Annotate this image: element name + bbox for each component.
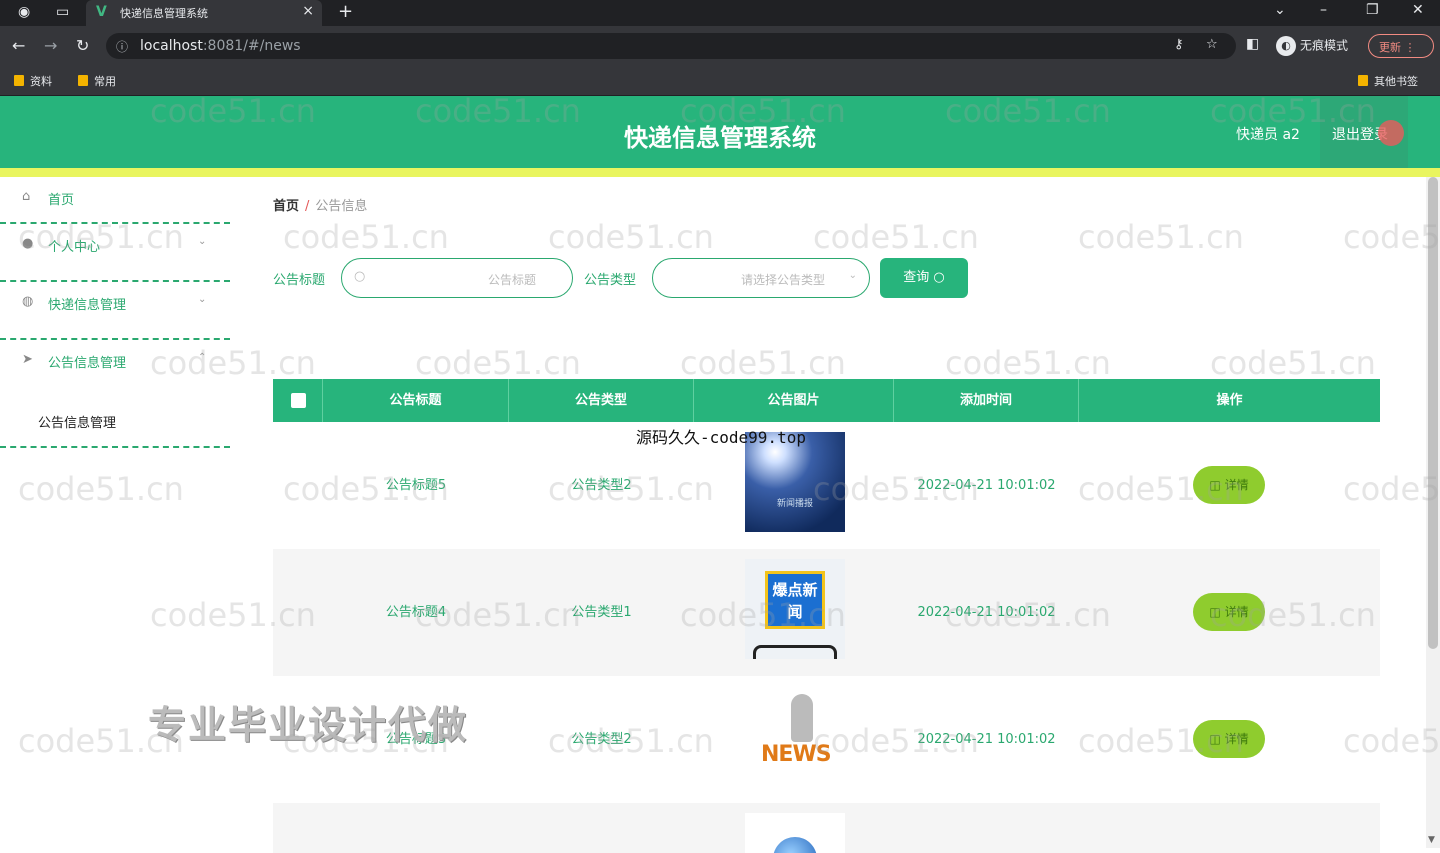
bookmarks-bar: 资料 常用 其他书签 — [0, 66, 1440, 96]
notice-image: NEWS — [745, 686, 845, 786]
chevron-down-icon: ⌄ — [198, 236, 207, 247]
search-icon: ○ — [354, 269, 366, 284]
home-icon: ⌂ — [22, 189, 31, 204]
tab-list-icon[interactable]: ⌄ — [1274, 2, 1286, 18]
tab-title: 快递信息管理系统 — [120, 7, 208, 20]
notice-title: 公告标题5 — [385, 478, 447, 493]
notice-type: 公告类型1 — [571, 605, 632, 620]
bookmark-folder-1[interactable]: 资料 — [14, 73, 52, 89]
close-tab-icon[interactable]: × — [302, 3, 314, 19]
restore-icon[interactable]: ❐ — [1366, 2, 1379, 18]
header-accent-bar — [0, 168, 1440, 177]
notice-table: 公告标题 公告类型 公告图片 添加时间 操作 公告标题5 公告类型2 新闻播报 … — [273, 379, 1380, 853]
query-button[interactable]: 查询 ○ — [880, 258, 968, 298]
notice-time: 2022-04-21 10:01:02 — [917, 732, 1056, 747]
folder-icon — [1358, 75, 1368, 86]
sidebar-item-personal[interactable]: ● 个人中心 ⌄ — [0, 224, 230, 282]
app-header: 快递信息管理系统 快递员 a2 退出登录 — [0, 96, 1440, 168]
column-header: 操作 — [1216, 393, 1243, 408]
title-placeholder: 公告标题 — [488, 273, 537, 287]
submenu-label: 公告信息管理 — [38, 416, 117, 431]
forward-icon[interactable]: → — [44, 36, 57, 55]
table-row: 公告标题5 公告类型2 新闻播报 2022-04-21 10:01:02 ◫ 详… — [273, 422, 1380, 549]
chevron-up-icon: ⌃ — [198, 352, 207, 363]
details-button[interactable]: ◫ 详情 — [1193, 466, 1265, 504]
browser-toolbar: ← → ↻ ⓘ localhost:8081/#/news ⚷ ☆ ◧ ◐ 无痕模… — [0, 26, 1440, 66]
incognito-icon: ◐ — [1276, 36, 1296, 56]
sidebar-item-home[interactable]: ⌂ 首页 — [0, 177, 230, 224]
column-header[interactable]: 添加时间 — [894, 379, 1079, 422]
type-placeholder: 请选择公告类型 — [741, 273, 826, 287]
column-header: 公告图片 — [694, 379, 894, 422]
scrollbar-thumb[interactable] — [1428, 177, 1438, 649]
browser-tab[interactable]: V 快递信息管理系统 × — [86, 0, 322, 26]
new-tab-icon[interactable]: + — [338, 1, 353, 22]
app-title: 快递信息管理系统 — [624, 124, 816, 152]
details-button[interactable]: ◫ 详情 — [1193, 720, 1265, 758]
sidebar-item-label: 首页 — [48, 193, 75, 208]
site-info-icon[interactable]: ⓘ — [116, 38, 128, 55]
type-filter-label: 公告类型 — [584, 273, 637, 288]
sidebar-item-notice[interactable]: ➤ 公告信息管理 ⌃ — [0, 340, 230, 398]
page-scrollbar[interactable]: ▼ — [1426, 177, 1440, 848]
globe-icon: ◍ — [22, 294, 34, 309]
type-select[interactable]: 请选择公告类型 ⌄ — [652, 258, 870, 298]
user-icon: ● — [22, 236, 34, 251]
send-icon: ➤ — [22, 352, 33, 367]
incognito-indicator[interactable]: ◐ 无痕模式 — [1276, 36, 1348, 56]
chevron-down-icon: ⌄ — [198, 294, 207, 305]
minimize-icon[interactable]: – — [1320, 2, 1327, 18]
bookmark-folder-2[interactable]: 常用 — [78, 73, 116, 89]
chevron-down-icon: ⌄ — [848, 270, 857, 281]
folder-icon — [14, 75, 24, 86]
close-window-icon[interactable]: ✕ — [1412, 2, 1424, 18]
column-header[interactable]: 公告标题 — [323, 379, 509, 422]
sidebar-item-label: 个人中心 — [48, 240, 101, 255]
browser-profile-icon[interactable]: ◉ — [18, 4, 30, 20]
search-icon: ○ — [933, 270, 945, 285]
column-header[interactable]: 公告类型 — [509, 379, 694, 422]
notice-type: 公告类型2 — [571, 732, 632, 747]
notice-time: 2022-04-21 10:01:02 — [917, 605, 1056, 620]
sidebar-item-label: 快递信息管理 — [48, 298, 127, 313]
breadcrumb: 首页 / 公告信息 — [273, 195, 367, 214]
sidebar-item-express[interactable]: ◍ 快递信息管理 ⌄ — [0, 282, 230, 340]
mouse-cursor-icon — [1378, 120, 1404, 146]
update-button[interactable]: 更新 ⋮ — [1368, 34, 1434, 58]
other-bookmarks[interactable]: 其他书签 — [1358, 73, 1418, 89]
address-bar[interactable]: ⓘ localhost:8081/#/news ⚷ ☆ — [106, 33, 1236, 59]
submenu-notice-manage[interactable]: 公告信息管理 — [0, 400, 230, 448]
bookmark-star-icon[interactable]: ☆ — [1206, 37, 1218, 52]
source-overlay-text: 源码久久-code99.top — [636, 428, 806, 447]
key-icon[interactable]: ⚷ — [1174, 37, 1184, 52]
breadcrumb-home[interactable]: 首页 — [273, 199, 299, 214]
table-row: 公告标题4 公告类型1 爆点新闻 2022-04-21 10:01:02 ◫ 详… — [273, 549, 1380, 676]
table-row — [273, 803, 1380, 853]
title-filter-label: 公告标题 — [273, 273, 326, 288]
promo-overlay-text: 专业毕业设计代做 — [148, 703, 469, 747]
notice-title: 公告标题4 — [385, 605, 447, 620]
sidebar-panel-icon[interactable]: ◧ — [1246, 36, 1259, 52]
browser-tab-strip: ◉ ▭ V 快递信息管理系统 × + ⌄ – ❐ ✕ — [0, 0, 1440, 26]
table-header: 公告标题 公告类型 公告图片 添加时间 操作 — [273, 379, 1380, 422]
breadcrumb-separator: / — [305, 199, 310, 214]
title-search-input[interactable]: ○ 公告标题 — [341, 258, 573, 298]
select-all-checkbox[interactable] — [291, 393, 306, 408]
breadcrumb-current: 公告信息 — [315, 199, 368, 214]
tab-search-icon[interactable]: ▭ — [56, 4, 69, 20]
back-icon[interactable]: ← — [12, 36, 25, 55]
select-all-header — [273, 379, 323, 422]
notice-time: 2022-04-21 10:01:02 — [917, 478, 1056, 493]
current-user: 快递员 a2 — [1236, 127, 1300, 143]
notice-image — [745, 813, 845, 853]
reload-icon[interactable]: ↻ — [76, 36, 89, 55]
url-text: localhost:8081/#/news — [140, 38, 301, 54]
folder-icon — [78, 75, 88, 86]
details-button[interactable]: ◫ 详情 — [1193, 593, 1265, 631]
vue-logo-icon: V — [96, 4, 107, 20]
sidebar-item-label: 公告信息管理 — [48, 356, 127, 371]
scroll-down-icon[interactable]: ▼ — [1428, 835, 1435, 845]
notice-image: 爆点新闻 — [745, 559, 845, 659]
